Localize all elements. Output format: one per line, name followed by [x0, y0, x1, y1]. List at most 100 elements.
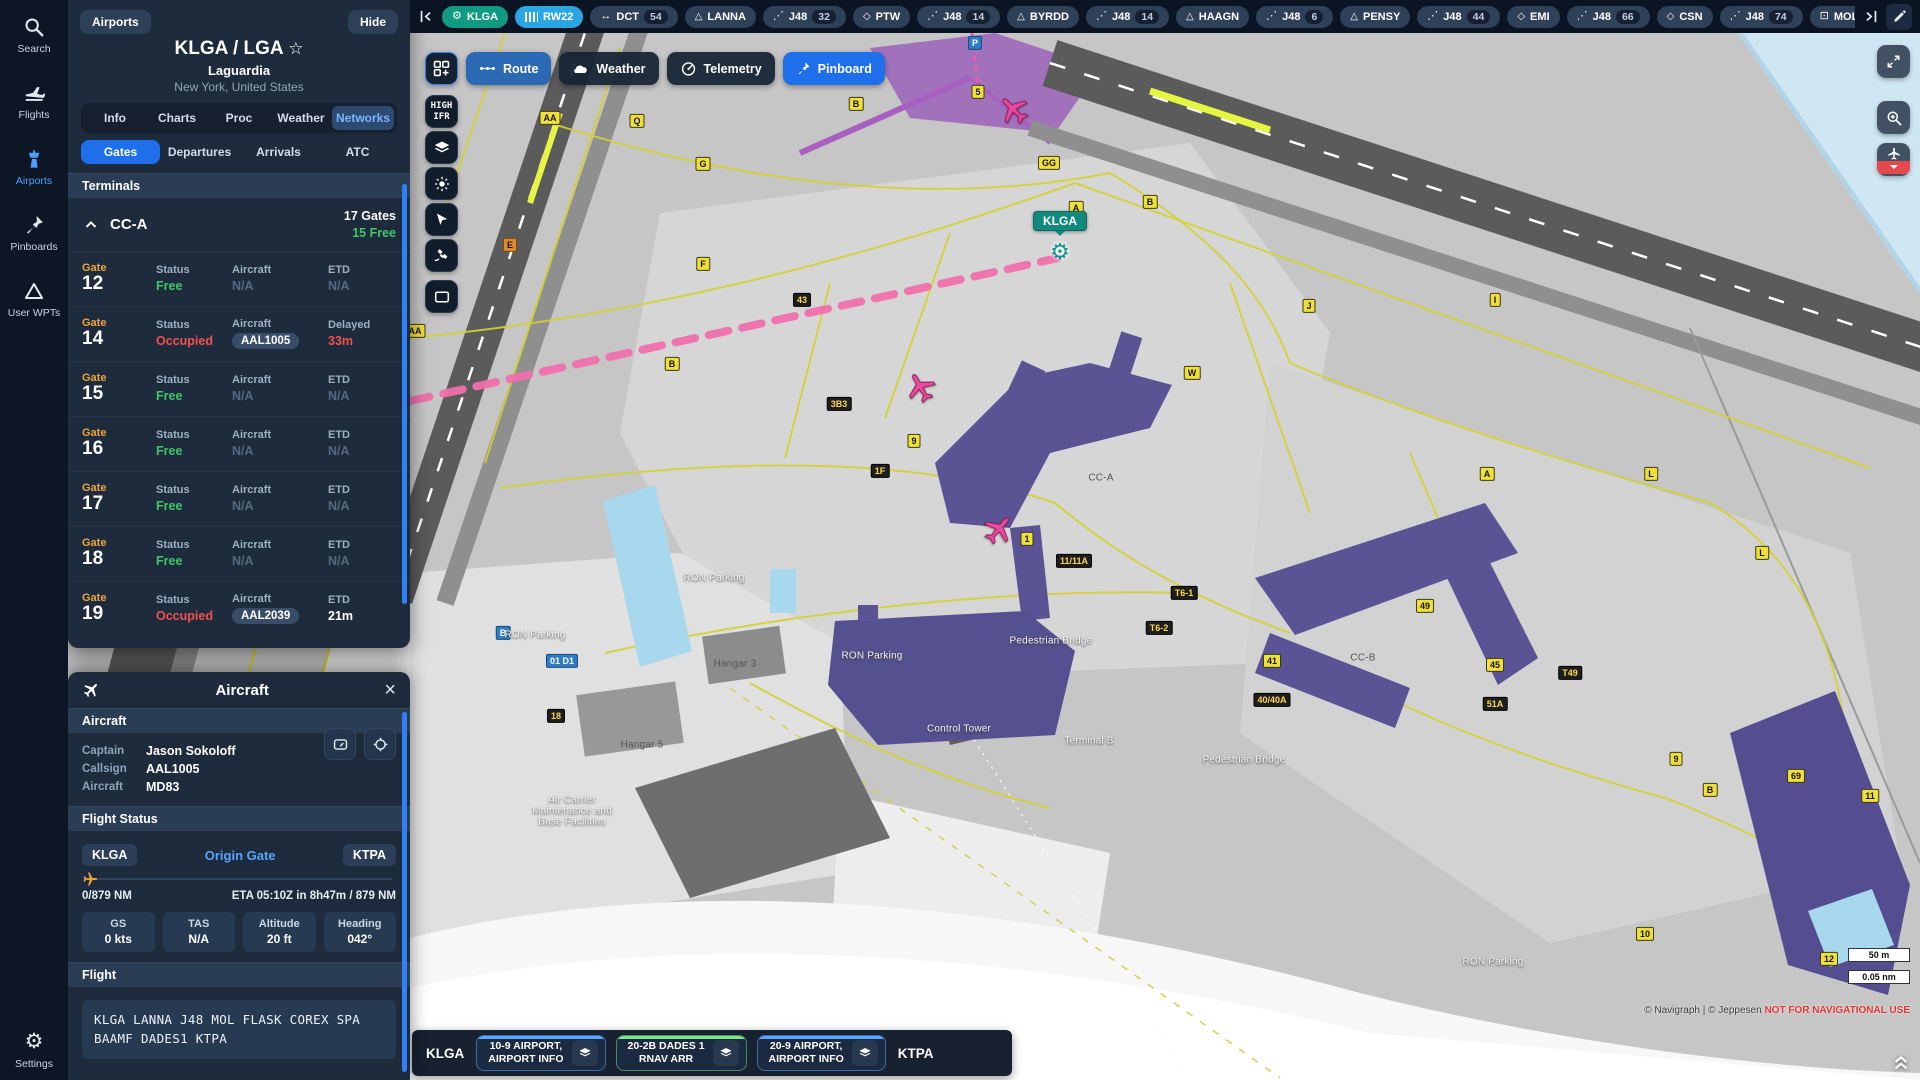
pinboard-toggle-button[interactable]: Pinboard — [783, 52, 885, 85]
route-waypoint-chip[interactable]: PENSY — [1340, 6, 1410, 28]
chart-button[interactable]: 10-9 AIRPORT,AIRPORT INFO — [476, 1035, 605, 1071]
rail-item-search[interactable]: Search — [17, 16, 50, 55]
gate-row[interactable]: Gate17 StatusFree AircraftN/A ETDN/A — [68, 471, 410, 526]
route-waypoint-chip[interactable]: J48 66 — [1567, 6, 1650, 28]
route-waypoint-chip[interactable]: MOL — [1810, 6, 1855, 28]
route-waypoint-chip[interactable]: J48 14 — [1086, 6, 1169, 28]
route-waypoint-chip[interactable]: J48 44 — [1417, 6, 1500, 28]
rail-label: User WPTs — [8, 307, 61, 319]
origin-gate-link[interactable]: Origin Gate — [137, 848, 342, 863]
route-waypoint-chip[interactable]: J48 14 — [917, 6, 1000, 28]
follow-aircraft-button[interactable] — [1877, 143, 1910, 176]
expand-panel-button[interactable] — [1890, 1050, 1912, 1072]
edit-route-button[interactable] — [1886, 4, 1912, 30]
gate-number: 18 — [82, 549, 156, 570]
zoom-area-button[interactable] — [1877, 101, 1910, 134]
pinboard-grid-button[interactable] — [425, 52, 458, 85]
network-subtab[interactable]: ATC — [318, 140, 397, 164]
rail-item-airports[interactable]: Airports — [16, 148, 52, 187]
airport-tab[interactable]: Info — [84, 106, 146, 130]
expand-icon — [1885, 53, 1902, 70]
waypoint-icon — [1517, 11, 1525, 22]
route-waypoint-chip[interactable]: PTW — [853, 6, 910, 28]
hide-panel-button[interactable]: Hide — [348, 10, 398, 34]
airport-tab[interactable]: Charts — [146, 106, 208, 130]
terminal-group-header[interactable]: CC-A 17 Gates 15 Free — [68, 199, 410, 251]
brightness-button[interactable] — [425, 167, 458, 200]
layers-button[interactable] — [425, 131, 458, 164]
chart-layer-button[interactable]: HIGH IFR — [425, 95, 458, 128]
gates-scrollbar[interactable] — [402, 184, 407, 604]
telemetry-toggle-button[interactable]: Telemetry — [667, 52, 775, 85]
rail-item-flights[interactable]: Flights — [19, 82, 50, 121]
waypoint-label: EMI — [1530, 11, 1550, 23]
route-waypoint-chip[interactable]: HAAGN — [1176, 6, 1249, 28]
expand-map-button[interactable] — [1877, 45, 1910, 78]
gate-status: Occupied — [156, 334, 232, 348]
orientation-button[interactable] — [425, 203, 458, 236]
aircraft-marker[interactable] — [898, 365, 944, 411]
close-icon[interactable]: × — [384, 681, 396, 699]
gate-row[interactable]: Gate19 StatusOccupied AircraftAAL2039 ET… — [68, 581, 410, 636]
route-waypoint-chip[interactable]: BYRDD — [1007, 6, 1079, 28]
airport-tab[interactable]: Networks — [332, 106, 394, 130]
route-waypoint-chip[interactable]: EMI — [1507, 6, 1559, 28]
collapse-left-icon[interactable] — [418, 8, 435, 25]
leg-distance-badge: 14 — [1135, 10, 1159, 24]
waypoint-label: J48 — [1746, 11, 1764, 23]
route-waypoint-chip[interactable]: LANNA — [685, 6, 756, 28]
route-waypoint-chip[interactable]: J48 32 — [763, 6, 846, 28]
locate-aircraft-button[interactable] — [364, 728, 396, 760]
map-canvas[interactable]: AAQBGGGFABEAAB43JIW3B31F9AL111/11AT6-1T6… — [410, 33, 1920, 1080]
route-toggle-button[interactable]: Route — [466, 52, 551, 85]
route-waypoint-chip[interactable]: KLGA — [442, 6, 508, 28]
satellite-button[interactable] — [425, 239, 458, 272]
route-waypoint-chip[interactable]: RW22 — [515, 6, 583, 28]
attribution-text: © Navigraph | © Jeppesen — [1644, 1005, 1761, 1016]
map-attribution: © Navigraph | © Jeppesen NOT FOR NAVIGAT… — [1644, 1005, 1910, 1016]
skip-end-icon[interactable] — [1862, 8, 1879, 25]
weather-toggle-button[interactable]: Weather — [559, 52, 658, 85]
rail-item-pinboards[interactable]: Pinboards — [10, 214, 57, 253]
route-waypoint-chip[interactable]: J48 6 — [1256, 6, 1333, 28]
airport-title: KLGA / LGA ☆ — [68, 38, 410, 60]
destination-airport-pill[interactable]: KTPA — [343, 844, 396, 866]
airport-tab[interactable]: Weather — [270, 106, 332, 130]
airport-map-tag[interactable]: KLGA ⚙ — [1033, 211, 1087, 263]
chart-button[interactable]: 20-2B DADES 1RNAV ARR — [616, 1035, 747, 1071]
aircraft-scrollbar[interactable] — [402, 712, 407, 1072]
flight-section-header: Flight — [68, 962, 410, 988]
airport-tab[interactable]: Proc — [208, 106, 270, 130]
aircraft-marker[interactable] — [974, 506, 1022, 554]
network-subtab[interactable]: Arrivals — [239, 140, 318, 164]
chart-button-label: 10-9 AIRPORT,AIRPORT INFO — [488, 1040, 563, 1066]
rail-item-settings[interactable]: ⚙ Settings — [15, 1031, 53, 1070]
route-waypoint-chip[interactable]: DCT 54 — [590, 6, 677, 28]
network-subtab[interactable]: Gates — [81, 140, 160, 164]
gate-row[interactable]: Gate16 StatusFree AircraftN/A ETDN/A — [68, 416, 410, 471]
gate-aircraft: N/A — [232, 389, 328, 403]
rail-item-user-wpts[interactable]: User WPTs — [8, 280, 61, 319]
cloud-icon — [572, 60, 589, 77]
chart-button[interactable]: 20-9 AIRPORT,AIRPORT INFO — [757, 1035, 886, 1071]
gate-row[interactable]: Gate18 StatusFree AircraftN/A ETDN/A — [68, 526, 410, 581]
gate-row[interactable]: Gate12 StatusFree AircraftN/A ETDN/A — [68, 251, 410, 306]
favorite-star-icon[interactable]: ☆ — [288, 39, 303, 58]
route-toggle-label: Route — [503, 62, 538, 76]
gate-row[interactable]: Gate14 StatusOccupied AircraftAAL1005 De… — [68, 306, 410, 361]
origin-airport-pill[interactable]: KLGA — [82, 844, 137, 866]
telemetry-gauge-button[interactable] — [324, 728, 356, 760]
gate-aircraft: N/A — [232, 444, 328, 458]
waypoint-label: J48 — [1282, 11, 1300, 23]
route-waypoint-chip[interactable]: CSN — [1657, 6, 1713, 28]
gate-status: Occupied — [156, 609, 232, 623]
network-subtab[interactable]: Departures — [160, 140, 239, 164]
airports-breadcrumb-button[interactable]: Airports — [80, 10, 151, 34]
gate-row[interactable]: Gate15 StatusFree AircraftN/A ETDN/A — [68, 361, 410, 416]
route-waypoint-chip[interactable]: J48 74 — [1720, 6, 1803, 28]
center-map-button[interactable] — [425, 280, 458, 313]
aircraft-marker[interactable] — [990, 86, 1038, 134]
flight-route-text[interactable]: KLGA LANNA J48 MOL FLASK COREX SPA BAAMF… — [82, 1000, 396, 1059]
map-toolbar: Route Weather Telemetry Pinboard — [425, 52, 885, 85]
chart-bar: KLGA 10-9 AIRPORT,AIRPORT INFO 20-2B DAD… — [412, 1030, 1012, 1076]
